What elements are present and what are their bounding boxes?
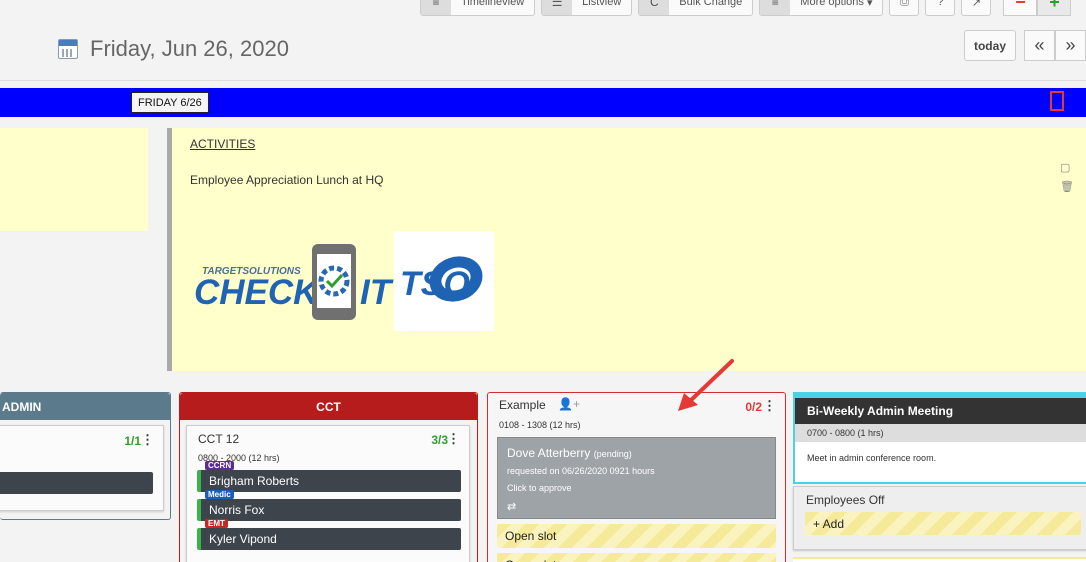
date-header: Friday, Jun 26, 2020 [58, 36, 289, 62]
pending-status: (pending) [593, 449, 632, 459]
bulk-change-label: Bulk Change [679, 0, 743, 8]
tso-logo: TSO [394, 231, 494, 331]
add-employee-off-button[interactable]: + Add [805, 512, 1081, 535]
activity-text: Employee Appreciation Lunch at HQ [190, 173, 384, 187]
meeting-title: Bi-Weekly Admin Meeting [795, 398, 1086, 424]
prev-day-button[interactable]: « [1024, 30, 1055, 61]
cct-column: CCT CCT 12 3/3 ⋮ 0800 - 2000 (12 hrs) CC… [179, 392, 478, 562]
cert-badge: CCRN [205, 461, 235, 470]
person-row[interactable]: CCRN Brigham Roberts [197, 461, 461, 492]
trash-icon[interactable]: 🗑 [1060, 180, 1074, 193]
zoom-out-button[interactable]: − [1003, 0, 1038, 16]
cert-badge: EMT [205, 519, 228, 528]
meeting-card[interactable]: Bi-Weekly Admin Meeting 0700 - 0800 (1 h… [793, 392, 1086, 484]
example-shift-title: Example [499, 398, 546, 412]
menu-icon: ≡ [760, 0, 791, 15]
shift-count: 3/3 [431, 433, 448, 447]
list-view-button[interactable]: ☰ Listview [541, 0, 633, 16]
admin-shift-card[interactable]: 1/1 ⋮ [0, 425, 164, 511]
swap-icon[interactable]: ⇄ [507, 500, 516, 513]
open-slot[interactable]: Open slot [497, 524, 776, 548]
print-button[interactable]: ⎙ [889, 0, 920, 16]
employees-off-card: Employees Off + Add [793, 486, 1086, 550]
divider [0, 80, 1086, 81]
next-card-peek [793, 557, 1086, 562]
page-title: Friday, Jun 26, 2020 [90, 36, 289, 61]
meeting-column: Bi-Weekly Admin Meeting 0700 - 0800 (1 h… [793, 392, 1086, 552]
person-row[interactable]: Medic Norris Fox [197, 490, 461, 521]
employees-off-title: Employees Off [806, 493, 885, 507]
tso-logo-text: TSO [400, 265, 470, 303]
caret-down-icon: ▾ [866, 0, 873, 9]
expand-button[interactable]: ↗ [961, 0, 992, 16]
day-flag-icon[interactable] [1050, 91, 1064, 111]
next-day-button[interactable]: » [1055, 30, 1086, 61]
refresh-icon: C [639, 0, 670, 15]
more-vertical-icon[interactable]: ⋮ [141, 433, 154, 446]
pending-person-name: Dove Atterberry [507, 446, 591, 460]
approve-link[interactable]: Click to approve [507, 483, 572, 493]
timeline-view-button[interactable]: ≡ Timelineview [420, 0, 536, 16]
print-icon: ⎙ [900, 0, 909, 8]
more-options-label: More options [800, 0, 864, 8]
help-icon: ? [937, 0, 944, 8]
more-vertical-icon[interactable]: ⋮ [447, 432, 460, 445]
admin-shift-count: 1/1 [124, 434, 141, 448]
person-row[interactable]: EMT Kyler Vipond [197, 519, 461, 550]
admin-person-row[interactable] [0, 472, 153, 494]
add-user-icon[interactable]: 👤+ [558, 397, 580, 411]
shift-title: CCT 12 [198, 432, 240, 446]
request-timestamp: requested on 06/26/2020 0921 hours [507, 466, 655, 476]
database-icon: ☰ [542, 0, 573, 15]
calendar-icon[interactable] [58, 39, 78, 59]
list-lines-icon: ≡ [421, 0, 451, 15]
checkit-logo: TARGETSOLUTIONS CHECK IT [194, 244, 394, 320]
example-shift-column: Example 👤+ 0/2 ⋮ 0108 - 1308 (12 hrs) Do… [487, 392, 786, 562]
example-shift-count: 0/2 [745, 400, 762, 414]
cert-badge: Medic [205, 490, 234, 499]
activities-heading: ACTIVITIES [190, 137, 256, 151]
pending-request-card[interactable]: Dove Atterberry (pending) requested on 0… [497, 437, 776, 519]
timeline-view-label: Timelineview [461, 0, 525, 8]
zoom-controls: − + [1003, 0, 1072, 16]
meeting-description: Meet in admin conference room. [807, 453, 937, 463]
example-shift-hours: 0108 - 1308 (12 hrs) [499, 420, 581, 430]
day-bar: FRIDAY 6/26 [0, 88, 1086, 117]
activity-panel-left [0, 128, 148, 231]
more-vertical-icon[interactable]: ⋮ [763, 399, 776, 412]
date-navigation: today « » [963, 30, 1086, 61]
person-name: Brigham Roberts [209, 474, 300, 488]
help-button[interactable]: ? [925, 0, 956, 16]
bulk-change-button[interactable]: C Bulk Change [638, 0, 754, 16]
more-options-button[interactable]: ≡ More options ▾ [759, 0, 884, 16]
view-toolbar: ≡ Timelineview ☰ Listview C Bulk Change … [420, 0, 1072, 16]
list-view-label: Listview [582, 0, 622, 8]
admin-column-header[interactable]: ADMIN [0, 393, 170, 420]
person-name: Norris Fox [209, 503, 265, 517]
checkit-logo-it-text: IT [360, 273, 394, 312]
cct-column-header[interactable]: CCT [180, 393, 477, 420]
open-slot-2[interactable]: Open slot [497, 553, 776, 562]
day-label[interactable]: FRIDAY 6/26 [131, 92, 209, 113]
admin-column: ADMIN 1/1 ⋮ [0, 392, 171, 520]
checkit-logo-check-text: CHECK [194, 273, 321, 312]
expand-icon: ↗ [971, 0, 982, 9]
cct-shift-card[interactable]: CCT 12 3/3 ⋮ 0800 - 2000 (12 hrs) CCRN B… [186, 425, 470, 562]
person-name: Kyler Vipond [209, 532, 277, 546]
zoom-in-button[interactable]: + [1037, 0, 1072, 16]
activity-panel: ACTIVITIES Employee Appreciation Lunch a… [167, 128, 1086, 371]
today-button[interactable]: today [963, 30, 1016, 61]
meeting-time: 0700 - 0800 (1 hrs) [795, 424, 1086, 442]
note-icon[interactable]: ▢ [1060, 161, 1074, 174]
